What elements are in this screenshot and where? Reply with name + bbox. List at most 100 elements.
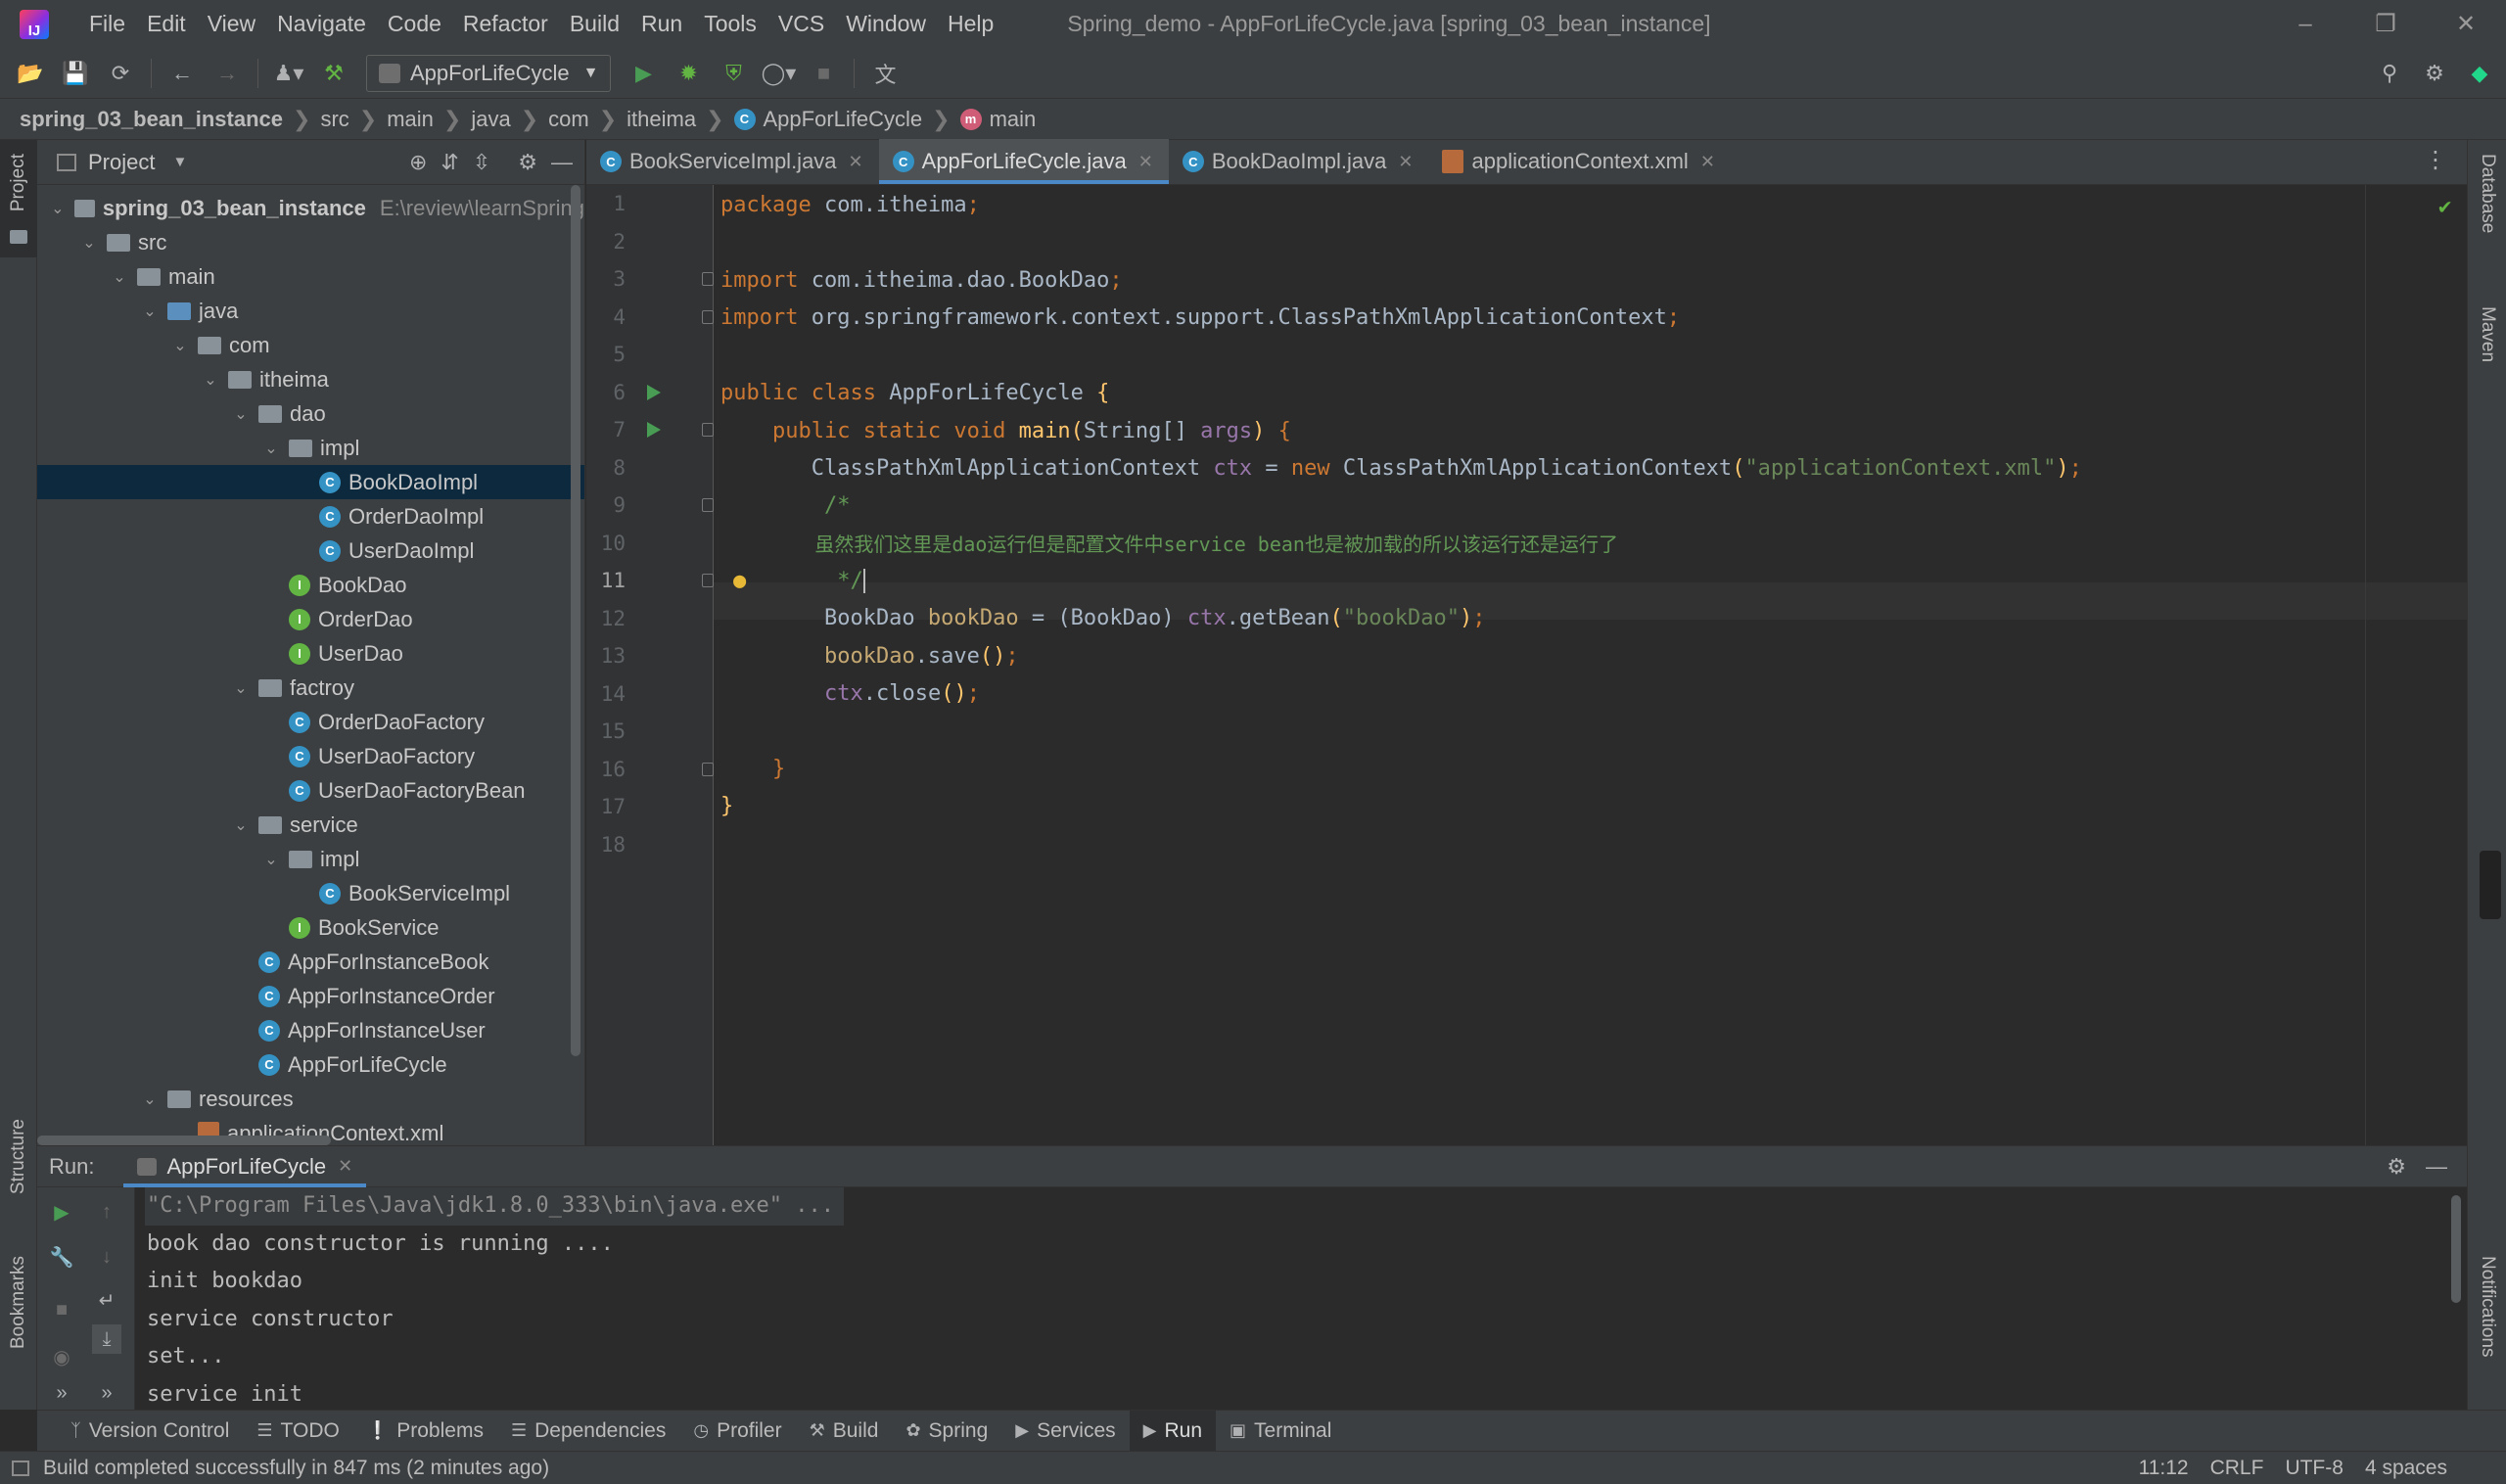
tree-item[interactable]: C OrderDaoImpl [37,499,584,533]
menu-help[interactable]: Help [937,11,1004,37]
build-button[interactable]: ⚒ Build [796,1411,893,1452]
spring-button[interactable]: ✿ Spring [892,1411,1001,1452]
fold-marker-icon[interactable] [702,309,714,324]
tree-vertical-scrollbar[interactable] [571,185,580,1056]
tree-item[interactable]: C OrderDaoFactory [37,705,584,739]
tree-item[interactable]: C AppForInstanceBook [37,945,584,979]
menu-code[interactable]: Code [377,11,452,37]
status-message[interactable]: Build completed successfully in 847 ms (… [43,1457,549,1480]
breadcrumb-method[interactable]: main [990,107,1037,132]
rerun-icon[interactable]: ▶ [47,1197,76,1227]
build-hammer-icon[interactable]: ⚒ [317,57,350,90]
tree-item[interactable]: ⌄ resources [37,1082,584,1116]
run-button[interactable]: ▶ Run [1129,1410,1216,1452]
fold-marker-icon[interactable] [702,574,714,587]
save-all-icon[interactable]: 💾 [59,57,92,90]
tree-horizontal-scrollbar[interactable] [37,1136,331,1145]
tree-item[interactable]: ⌄ itheima [37,362,584,396]
breadcrumb-com[interactable]: com [548,107,589,132]
tree-item[interactable]: C AppForLifeCycle [37,1047,584,1082]
breadcrumb-itheima[interactable]: itheima [626,107,696,132]
expand-arrow-icon[interactable]: ⌄ [231,404,251,424]
intellij-logo-icon[interactable]: IJ [20,9,49,39]
close-tab-icon[interactable]: ✕ [1700,152,1715,172]
collapse-all-icon[interactable]: ⇳ [473,150,490,175]
back-arrow-icon[interactable]: ← [165,57,199,90]
restore-icon[interactable]: ❐ [2345,0,2426,48]
indent-setting[interactable]: 4 spaces [2365,1457,2447,1480]
menu-view[interactable]: View [197,11,266,37]
run-console[interactable]: "C:\Program Files\Java\jdk1.8.0_333\bin\… [145,1187,2437,1410]
project-view-select[interactable]: Project [88,150,155,175]
hide-icon[interactable]: — [2426,1154,2447,1180]
terminal-button[interactable]: ▣ Terminal [1216,1411,1345,1452]
caret-position[interactable]: 11:12 [2139,1457,2189,1480]
expand-arrow-icon[interactable]: ⌄ [231,678,251,698]
structure-stripe-button[interactable]: Structure [8,1119,29,1194]
locate-icon[interactable]: ⊕ [409,150,427,175]
scroll-to-end-icon[interactable]: ⤓ [92,1324,121,1354]
tree-item[interactable]: ⌄ impl [37,431,584,465]
close-icon[interactable]: ✕ [2426,0,2506,48]
search-icon[interactable]: ⚲ [2373,57,2406,90]
expand-arrow-icon[interactable]: ⌄ [140,1090,160,1109]
breadcrumb-class[interactable]: AppForLifeCycle [764,107,923,132]
intention-bulb-icon[interactable]: ● [733,563,746,600]
expand-arrow-icon[interactable]: ⌄ [201,370,220,390]
menu-refactor[interactable]: Refactor [452,11,559,37]
expand-all-icon[interactable]: ⇵ [441,150,458,175]
fold-marker-icon[interactable] [702,423,714,437]
tree-item[interactable]: I OrderDao [37,602,584,636]
menu-vcs[interactable]: VCS [767,11,835,37]
sync-icon[interactable]: ⟳ [104,57,137,90]
tree-item[interactable]: C AppForInstanceUser [37,1013,584,1047]
run-configuration-select[interactable]: AppForLifeCycle ▼ [366,54,612,92]
tree-item[interactable]: C AppForInstanceOrder [37,979,584,1013]
breadcrumb-project[interactable]: spring_03_bean_instance [20,107,283,132]
todo-button[interactable]: ☰ TODO [243,1411,352,1452]
line-separator[interactable]: CRLF [2210,1457,2264,1480]
minimize-icon[interactable]: – [2265,0,2345,48]
tree-root[interactable]: ⌄ spring_03_bean_instance E:\review\lear… [37,191,584,225]
tree-item[interactable]: ⌄ com [37,328,584,362]
file-encoding[interactable]: UTF-8 [2285,1457,2344,1480]
services-button[interactable]: ▶ Services [1001,1411,1129,1452]
editor-tab[interactable]: C BookServiceImpl.java ✕ [586,139,879,184]
user-icon[interactable]: ♟▾ [272,57,305,90]
gear-icon[interactable]: ⚙ [2418,57,2451,90]
version-control-button[interactable]: ᛉ Version Control [57,1411,243,1452]
translate-icon[interactable]: 文 [868,57,902,90]
menu-build[interactable]: Build [559,11,630,37]
editor-tab[interactable]: C BookDaoImpl.java ✕ [1169,139,1429,184]
database-stripe-button[interactable]: Database [2477,154,2498,233]
close-tab-icon[interactable]: ✕ [338,1156,352,1177]
forward-arrow-icon[interactable]: → [210,57,244,90]
tree-item[interactable]: I UserDao [37,636,584,671]
tree-item[interactable]: C BookDaoImpl [37,465,584,499]
maven-stripe-button[interactable]: Maven [2477,306,2498,362]
fold-marker-icon[interactable] [702,272,714,286]
run-icon[interactable]: ▶ [626,57,660,90]
expand-arrow-icon[interactable]: ⌄ [231,815,251,835]
open-folder-icon[interactable]: 📂 [14,57,47,90]
bookmarks-stripe-button[interactable]: Bookmarks [8,1256,29,1349]
tree-item[interactable]: ⌄ factroy [37,671,584,705]
gutter-run-icon[interactable] [647,422,661,438]
tree-item[interactable]: ⌄ dao [37,396,584,431]
menu-window[interactable]: Window [835,11,937,37]
jetbrains-toolbox-icon[interactable]: ◆ [2463,57,2496,90]
breadcrumb-src[interactable]: src [320,107,348,132]
menu-file[interactable]: File [78,11,136,37]
chevron-down-icon[interactable]: ▼ [172,154,187,170]
tree-item[interactable]: I BookService [37,910,584,945]
wrench-icon[interactable]: 🔧 [47,1242,76,1272]
tree-item[interactable]: C UserDaoFactory [37,739,584,773]
expand-arrow-icon[interactable]: ⌄ [261,850,281,869]
close-tab-icon[interactable]: ✕ [1398,152,1413,172]
coverage-icon[interactable]: ⛨ [717,57,750,90]
more-icon[interactable]: » [92,1378,121,1408]
profiler-button[interactable]: ◷ Profiler [679,1411,795,1452]
fold-marker-icon[interactable] [702,762,714,776]
up-arrow-icon[interactable]: ↑ [92,1197,121,1227]
gear-icon[interactable]: ⚙ [518,150,537,175]
